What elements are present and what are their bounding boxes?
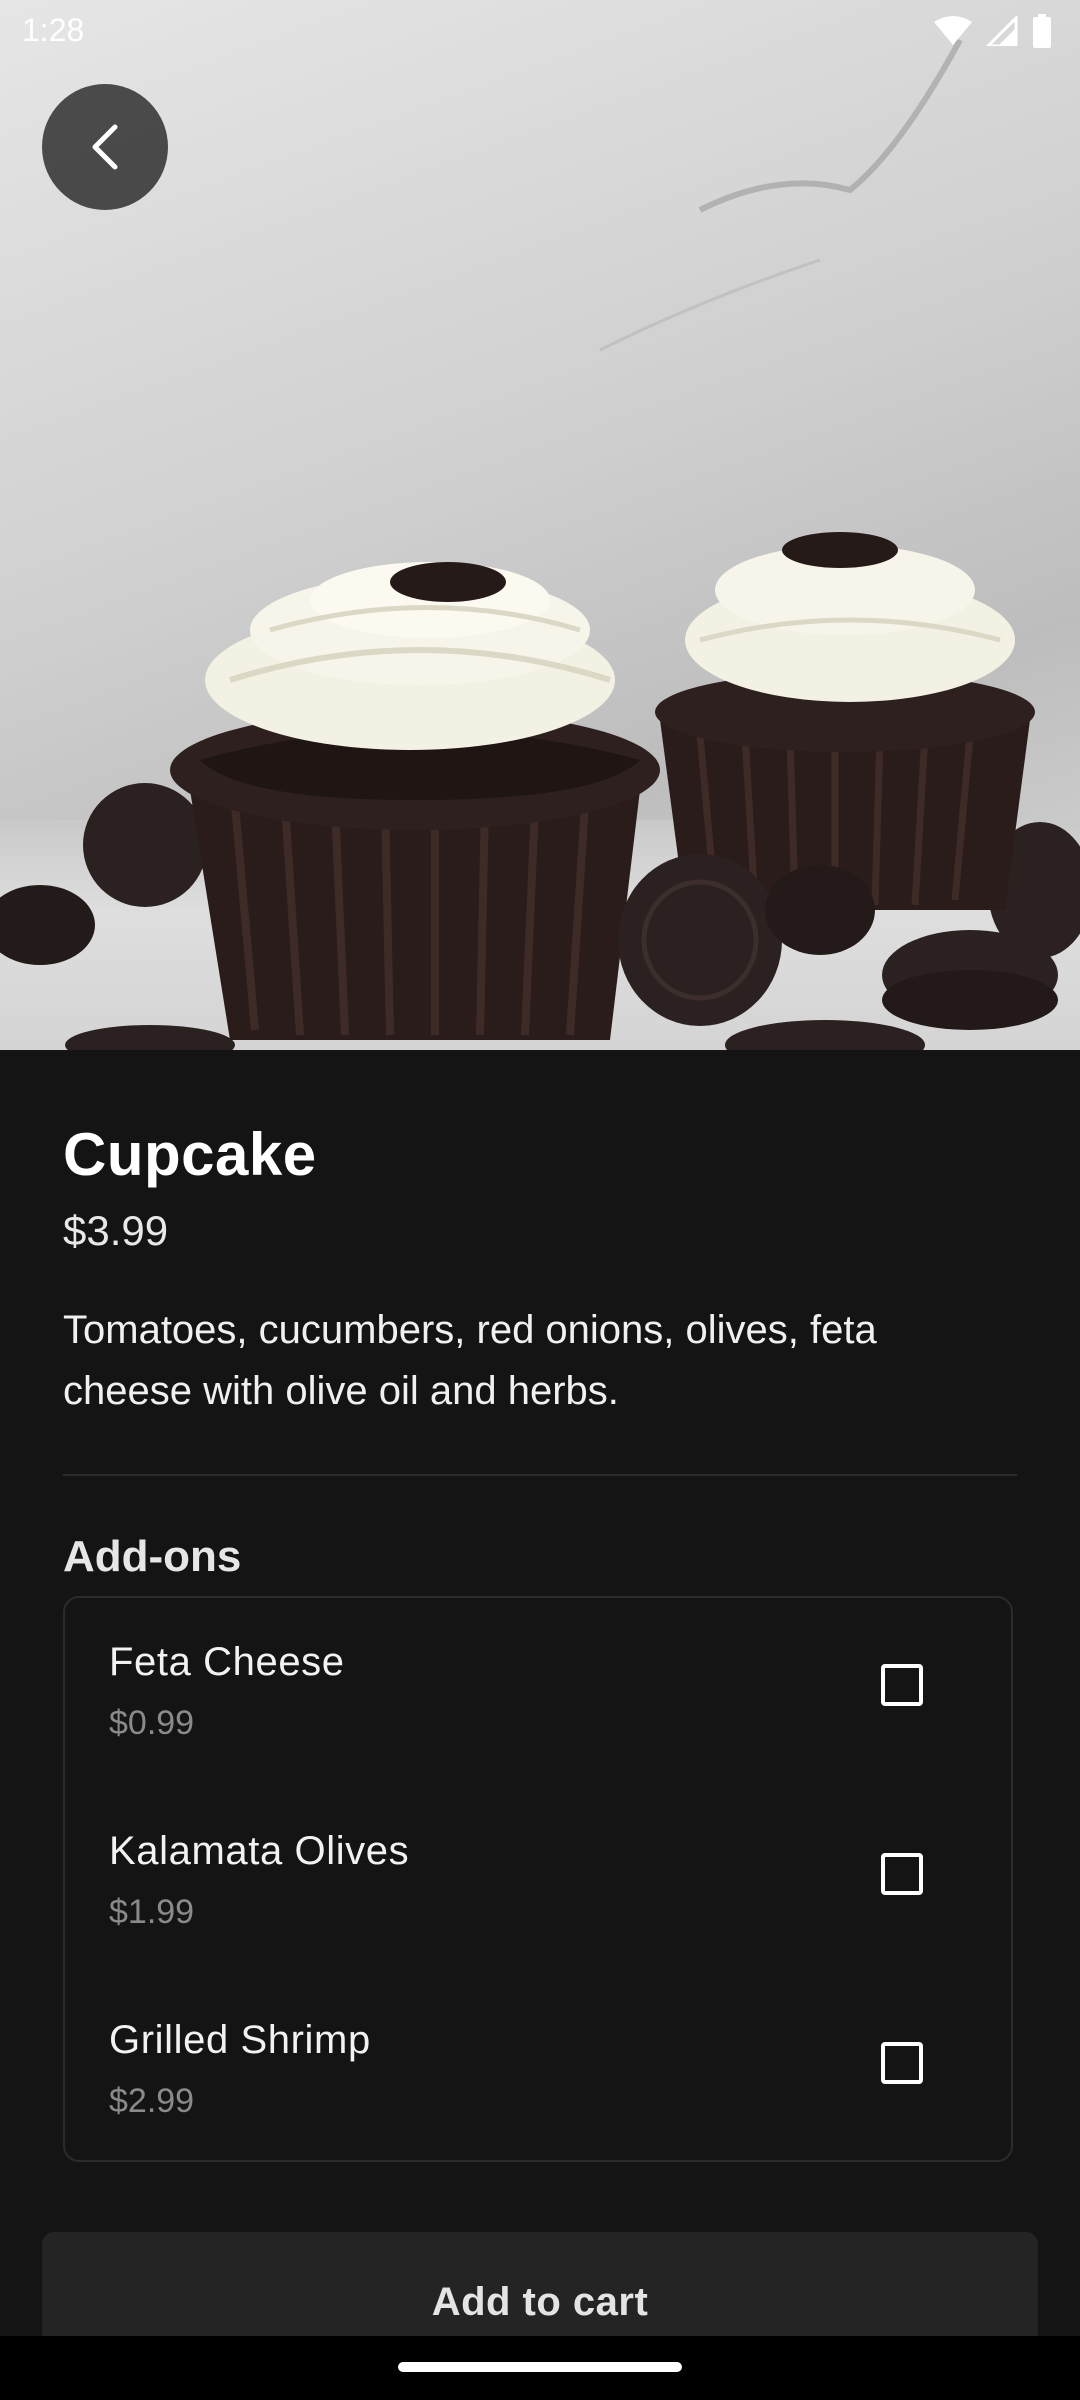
addon-checkbox[interactable]: [881, 1664, 923, 1706]
signal-icon: [986, 16, 1018, 46]
add-to-cart-label: Add to cart: [431, 2280, 649, 2324]
home-gesture-handle[interactable]: [398, 2362, 682, 2372]
chevron-left-icon: [92, 124, 118, 170]
addon-item-grilled-shrimp[interactable]: Grilled Shrimp $2.99: [109, 2018, 967, 2138]
addon-item-feta-cheese[interactable]: Feta Cheese $0.99: [109, 1640, 967, 1760]
product-description: Tomatoes, cucumbers, red onions, olives,…: [63, 1308, 877, 1413]
status-bar: 1:28: [0, 0, 1080, 64]
addon-checkbox[interactable]: [881, 2042, 923, 2084]
product-title: Cupcake: [63, 1121, 317, 1188]
addon-price: $2.99: [109, 2082, 195, 2120]
status-icons: [934, 14, 1052, 48]
addons-list: Feta Cheese $0.99 Kalamata Olives $1.99 …: [63, 1596, 1013, 2162]
product-price: $3.99: [63, 1207, 169, 1254]
addon-name: Feta Cheese: [109, 1640, 345, 1684]
navigation-bar: [0, 2336, 1080, 2400]
back-button[interactable]: [42, 84, 168, 210]
addon-price: $1.99: [109, 1893, 195, 1931]
addon-name: Grilled Shrimp: [109, 2018, 371, 2062]
status-time: 1:28: [22, 12, 85, 48]
addon-price: $0.99: [109, 1704, 195, 1742]
addon-name: Kalamata Olives: [109, 1829, 410, 1873]
battery-icon: [1033, 14, 1051, 48]
wifi-icon: [934, 16, 972, 45]
addons-heading: Add-ons: [63, 1532, 242, 1581]
divider: [63, 1474, 1017, 1476]
addon-checkbox[interactable]: [881, 1853, 923, 1895]
addon-item-kalamata-olives[interactable]: Kalamata Olives $1.99: [109, 1829, 967, 1949]
